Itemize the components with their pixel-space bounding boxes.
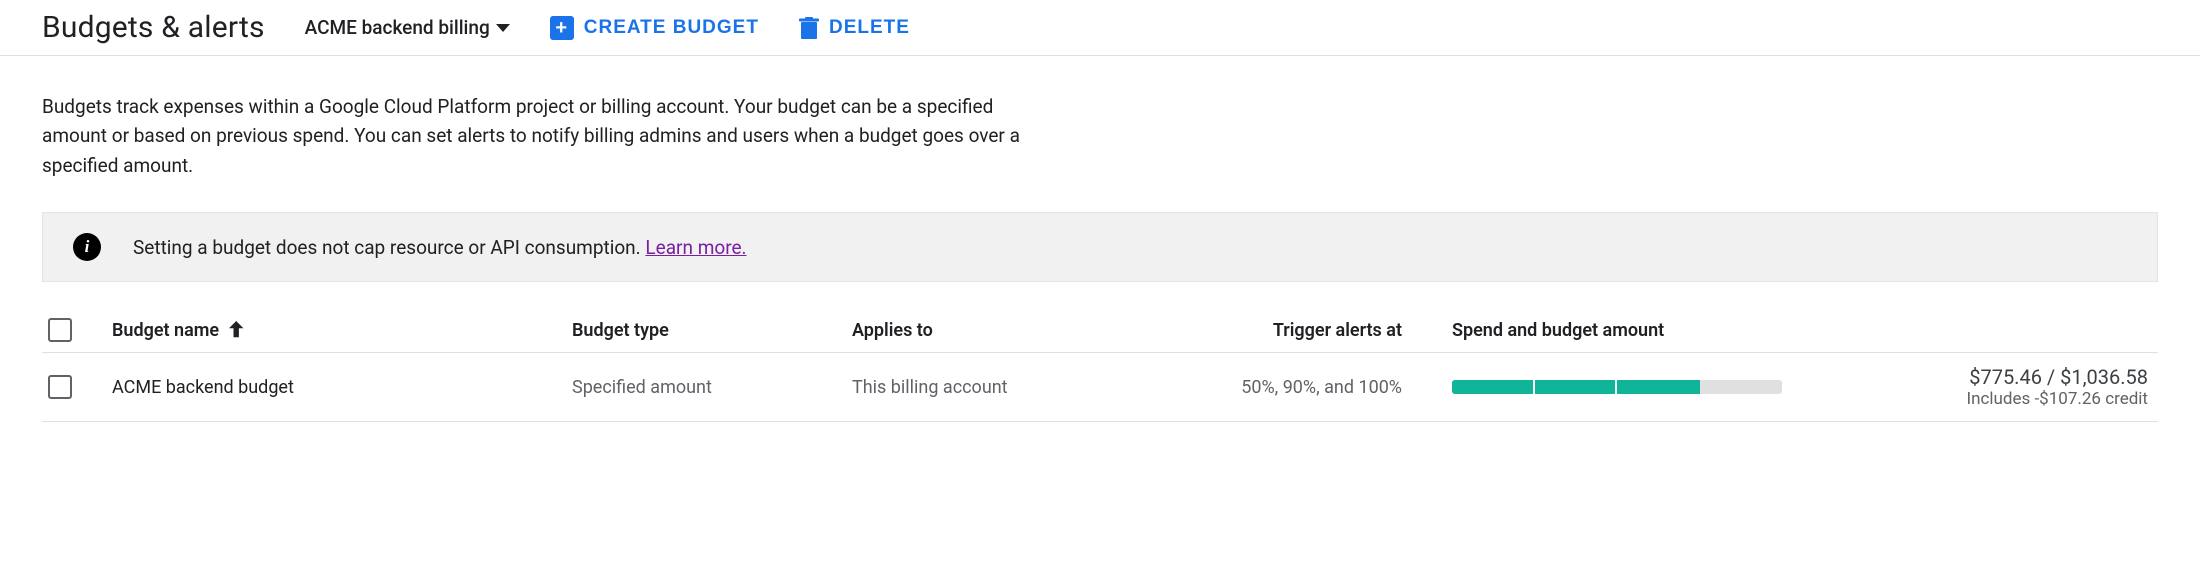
header-budget-name[interactable]: Budget name (112, 320, 572, 341)
progress-segment (1535, 380, 1618, 394)
dropdown-icon (496, 24, 510, 32)
header-applies-to[interactable]: Applies to (852, 320, 1172, 341)
info-icon: i (73, 233, 101, 261)
page-header: Budgets & alerts ACME backend billing + … (0, 0, 2200, 56)
info-banner: i Setting a budget does not cap resource… (42, 212, 2158, 282)
header-trigger-alerts[interactable]: Trigger alerts at (1172, 320, 1452, 341)
row-checkbox[interactable] (48, 375, 72, 399)
progress-bar (1452, 380, 1782, 394)
row-amount-main: $775.46 / $1,036.58 (1898, 365, 2148, 389)
delete-button[interactable]: Delete (799, 17, 910, 39)
header-spend-amount[interactable]: Spend and budget amount (1452, 320, 1898, 341)
account-selector-label: ACME backend billing (305, 16, 490, 39)
progress-segment (1452, 380, 1535, 394)
header-budget-type[interactable]: Budget type (572, 320, 852, 341)
content-area: Budgets track expenses within a Google C… (0, 56, 2200, 422)
delete-label: Delete (829, 17, 910, 39)
trash-icon (799, 17, 819, 39)
row-budget-type: Specified amount (572, 377, 852, 398)
row-amount-sub: Includes -$107.26 credit (1898, 389, 2148, 409)
budgets-table: Budget name Budget type Applies to Trigg… (42, 308, 2158, 422)
learn-more-link[interactable]: Learn more. (645, 236, 746, 259)
create-budget-label: Create Budget (584, 17, 759, 39)
row-select-cell (42, 375, 112, 399)
row-applies-to: This billing account (852, 377, 1172, 398)
page-title: Budgets & alerts (42, 10, 265, 45)
info-banner-message: Setting a budget does not cap resource o… (133, 236, 645, 259)
row-amount-cell: $775.46 / $1,036.58 Includes -$107.26 cr… (1898, 365, 2158, 409)
plus-icon: + (550, 16, 574, 40)
row-progress-cell (1452, 380, 1898, 394)
select-all-checkbox[interactable] (48, 318, 72, 342)
description-text: Budgets track expenses within a Google C… (42, 92, 1022, 180)
table-row[interactable]: ACME backend budget Specified amount Thi… (42, 353, 2158, 422)
info-banner-text: Setting a budget does not cap resource o… (133, 236, 747, 259)
header-budget-name-label: Budget name (112, 320, 219, 341)
table-header-row: Budget name Budget type Applies to Trigg… (42, 308, 2158, 353)
row-budget-name[interactable]: ACME backend budget (112, 377, 572, 398)
progress-segment (1617, 380, 1700, 394)
create-budget-button[interactable]: + Create Budget (550, 16, 759, 40)
account-selector[interactable]: ACME backend billing (305, 16, 510, 39)
select-all-cell (42, 318, 112, 342)
sort-ascending-icon (229, 321, 245, 339)
row-trigger-alerts: 50%, 90%, and 100% (1172, 377, 1452, 398)
